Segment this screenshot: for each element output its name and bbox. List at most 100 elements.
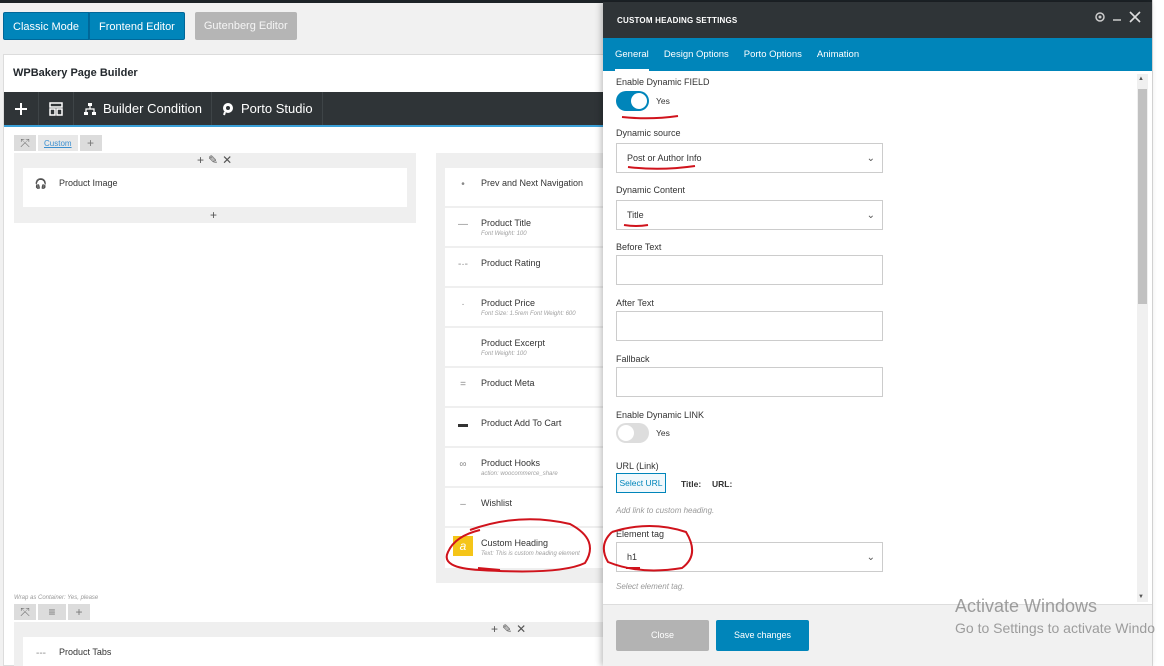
minimize-icon[interactable] [1112, 11, 1122, 23]
url-label: URL (Link) [616, 461, 659, 471]
before-text-label: Before Text [616, 242, 662, 252]
select-url-button[interactable]: Select URL [616, 473, 666, 493]
element-title: Product Image [59, 178, 118, 188]
navigation-icon: • [461, 179, 465, 190]
enable-dynamic-link-state: Yes [656, 428, 670, 438]
headphones-icon: 🎧 [34, 179, 48, 190]
element-title: Product Meta [481, 378, 535, 388]
element-sub: Font Weight: 100 [481, 231, 527, 237]
element-product-hooks[interactable]: ∞ Product Hooks action: woocommerce_share [445, 448, 606, 486]
wrap-container-note: Wrap as Container: Yes, please [14, 595, 99, 601]
url-help: Add link to custom heading. [616, 506, 715, 515]
row-layout-button[interactable]: ≡ [38, 604, 66, 620]
price-icon: · [461, 299, 465, 310]
porto-logo-icon [223, 102, 234, 115]
close-icon[interactable] [1128, 10, 1142, 24]
sitemap-icon [84, 102, 96, 115]
scrollbar-thumb[interactable] [1138, 89, 1147, 304]
add-column-button[interactable]: + [79, 135, 102, 151]
builder-condition-button[interactable]: Builder Condition [74, 92, 213, 125]
after-text-input[interactable] [616, 311, 883, 341]
fallback-input[interactable] [616, 367, 883, 397]
row-controls-bottom: ⤧ ≡ + [14, 604, 90, 620]
element-title: Custom Heading [481, 538, 549, 548]
templates-button[interactable] [39, 92, 74, 125]
row-move-handle[interactable]: ⤧ [14, 604, 36, 620]
close-button[interactable]: Close [616, 620, 709, 651]
classic-mode-button[interactable]: Classic Mode [3, 12, 90, 40]
chevron-down-icon: ⌄ [866, 153, 875, 164]
tab-porto-options[interactable]: Porto Options [744, 38, 802, 71]
enable-dynamic-field-toggle[interactable] [616, 91, 649, 111]
cart-icon: ▬ [458, 419, 468, 430]
element-sub: Font Size: 1.5rem Font Weight: 600 [481, 311, 576, 317]
tab-animation[interactable]: Animation [817, 38, 859, 71]
tabs-icon: --- [36, 648, 46, 659]
builder-condition-label: Builder Condition [103, 101, 203, 116]
dynamic-content-select[interactable]: Title ⌄ [616, 200, 883, 230]
hooks-icon: ∞ [459, 459, 467, 470]
panel-header: CUSTOM HEADING SETTINGS [603, 2, 1152, 38]
left-column-tools[interactable]: +✎✕ [197, 153, 236, 167]
element-product-price[interactable]: · Product Price Font Size: 1.5rem Font We… [445, 288, 606, 326]
element-prev-next[interactable]: • Prev and Next Navigation [445, 168, 606, 206]
row-label[interactable]: Custom [38, 135, 78, 151]
element-tag-help: Select element tag. [616, 582, 685, 591]
frontend-editor-button[interactable]: Frontend Editor [89, 12, 185, 40]
gutenberg-editor-button[interactable]: Gutenberg Editor [194, 12, 297, 40]
element-custom-heading[interactable]: a Custom Heading Text: This is custom hea… [445, 528, 606, 568]
plus-icon [15, 102, 27, 115]
row-move-handle[interactable]: ⤧ [14, 135, 36, 151]
element-product-excerpt[interactable]: Product Excerpt Font Weight: 100 [445, 328, 606, 366]
bottom-column-tools[interactable]: +✎✕ [491, 622, 530, 636]
fallback-label: Fallback [616, 354, 650, 364]
add-element-button[interactable] [4, 92, 39, 125]
editor-mode-buttons: Classic Mode Frontend Editor Gutenberg E… [3, 12, 297, 40]
toolbar-underline [4, 125, 609, 127]
left-add-element-button[interactable]: + [210, 208, 221, 222]
panel-scrollbar[interactable]: ▲ ▼ [1137, 74, 1148, 602]
element-tag-label: Element tag [616, 529, 665, 539]
element-product-rating[interactable]: -·- Product Rating [445, 248, 606, 286]
element-sub: Font Weight: 100 [481, 351, 527, 357]
rating-icon: -·- [458, 259, 468, 270]
element-tag-select[interactable]: h1 ⌄ [616, 542, 883, 572]
tab-general[interactable]: General [615, 38, 649, 71]
scroll-down-icon[interactable]: ▼ [1138, 594, 1144, 600]
dynamic-content-value: Title [627, 210, 644, 220]
after-text-label: After Text [616, 298, 654, 308]
builder-title: WPBakery Page Builder [13, 67, 138, 79]
save-changes-button[interactable]: Save changes [716, 620, 809, 651]
enable-dynamic-field-label: Enable Dynamic FIELD [616, 77, 710, 87]
panel-title: CUSTOM HEADING SETTINGS [617, 15, 738, 25]
wishlist-icon: – [460, 499, 466, 510]
builder-toolbar: Builder Condition Porto Studio [4, 92, 609, 125]
element-title: Wishlist [481, 498, 512, 508]
scroll-up-icon[interactable]: ▲ [1138, 76, 1144, 82]
add-column-button[interactable]: + [68, 604, 90, 620]
title-icon: — [458, 219, 468, 230]
element-wishlist[interactable]: – Wishlist [445, 488, 606, 526]
element-title: Prev and Next Navigation [481, 178, 584, 188]
dynamic-content-label: Dynamic Content [616, 185, 686, 195]
porto-studio-button[interactable]: Porto Studio [212, 92, 323, 125]
custom-heading-settings-panel: CUSTOM HEADING SETTINGS General Design O… [603, 2, 1152, 666]
element-title: Product Rating [481, 258, 541, 268]
element-product-image[interactable]: 🎧 Product Image [23, 168, 407, 207]
enable-dynamic-link-label: Enable Dynamic LINK [616, 410, 705, 420]
gear-icon[interactable] [1094, 11, 1106, 23]
dynamic-source-select[interactable]: Post or Author Info ⌄ [616, 143, 883, 173]
element-product-meta[interactable]: = Product Meta [445, 368, 606, 406]
element-add-to-cart[interactable]: ▬ Product Add To Cart [445, 408, 606, 446]
before-text-input[interactable] [616, 255, 883, 285]
element-product-tabs[interactable]: --- Product Tabs [23, 637, 606, 666]
element-product-title[interactable]: — Product Title Font Weight: 100 [445, 208, 606, 246]
enable-dynamic-field-state: Yes [656, 96, 670, 106]
chevron-down-icon: ⌄ [866, 210, 875, 221]
right-edge-page [1152, 0, 1164, 666]
tab-design-options[interactable]: Design Options [664, 38, 729, 71]
element-title: Product Tabs [59, 647, 112, 657]
url-title-label: Title: [681, 479, 702, 489]
enable-dynamic-link-toggle[interactable] [616, 423, 649, 443]
element-title: Product Add To Cart [481, 418, 562, 428]
